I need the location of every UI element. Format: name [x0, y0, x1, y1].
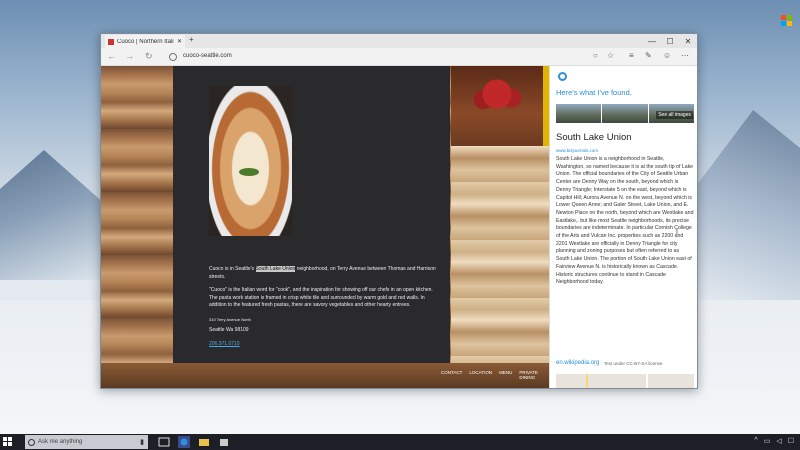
cortana-search-icon — [28, 438, 35, 446]
street-address: 310 Terry Avenue North — [209, 316, 251, 322]
new-tab-button[interactable]: + — [189, 35, 194, 44]
footer-navigation: CONTACT LOCATION MENU PRIVATE DINING — [441, 370, 549, 380]
site-favicon-icon — [108, 38, 114, 45]
network-icon[interactable]: ▭ — [764, 437, 771, 445]
nav-menu[interactable]: MENU — [499, 370, 512, 380]
tab-title: Cuoco | Northern Italian... — [117, 38, 174, 45]
task-view-icon[interactable] — [158, 436, 170, 448]
topic-title: South Lake Union — [556, 132, 632, 143]
browser-tab[interactable]: Cuoco | Northern Italian... ✕ — [105, 35, 185, 48]
notifications-icon[interactable]: ☐ — [788, 437, 794, 445]
nav-contact[interactable]: CONTACT — [441, 370, 462, 380]
minimize-button[interactable]: — — [643, 34, 661, 48]
source-link[interactable]: www.bizjournals.com — [556, 148, 598, 153]
maximize-button[interactable]: ☐ — [661, 34, 679, 48]
roses-photo — [451, 66, 543, 146]
restaurant-info: Cuoco is in Seattle's South Lake Union n… — [209, 266, 439, 354]
forward-button[interactable]: → — [125, 51, 134, 61]
feedback-icon[interactable]: ☺ — [663, 51, 671, 60]
favorite-star-icon[interactable]: ☆ — [607, 51, 614, 60]
start-button[interactable] — [3, 437, 13, 447]
system-tray: ^ ▭ ◁ ☐ — [754, 437, 794, 445]
topic-description: South Lake Union is a neighborhood in Se… — [556, 156, 694, 286]
web-note-icon[interactable]: ✎ — [645, 51, 652, 60]
volume-icon[interactable]: ◁ — [776, 437, 781, 445]
wikipedia-link[interactable]: en.wikipedia.org — [556, 360, 599, 366]
address-bar[interactable]: cuoco-seattle.com — [183, 53, 232, 59]
edge-taskbar-icon[interactable] — [178, 436, 190, 448]
title-bar: Cuoco | Northern Italian... ✕ + — ☐ ✕ — [101, 34, 697, 48]
cortana-icon — [558, 72, 567, 81]
edge-browser-window: Cuoco | Northern Italian... ✕ + — ☐ ✕ ← … — [100, 33, 698, 389]
location-map[interactable] — [556, 374, 694, 388]
close-window-button[interactable]: ✕ — [679, 34, 697, 48]
windows-insider-icon — [781, 15, 792, 26]
text-cursor-icon: I — [676, 229, 678, 236]
selected-text[interactable]: South Lake Union — [255, 266, 296, 272]
content-panel: Cuoco is in Seattle's South Lake Union n… — [173, 66, 450, 363]
intro-paragraph: Cuoco is in Seattle's South Lake Union n… — [209, 266, 439, 281]
globe-icon — [169, 53, 177, 61]
pasta-dish-photo — [209, 86, 292, 236]
taskbar: Ask me anything ▮ ^ ▭ ◁ ☐ — [0, 434, 800, 450]
hub-icon[interactable]: ≡ — [629, 51, 634, 60]
microphone-icon[interactable]: ▮ — [140, 438, 144, 446]
nav-location[interactable]: LOCATION — [469, 370, 492, 380]
description-paragraph: "Cuoco" is the Italian word for "cook", … — [209, 287, 433, 308]
taskbar-search-box[interactable]: Ask me anything ▮ — [25, 435, 148, 449]
thumbnail-image[interactable] — [556, 104, 602, 123]
intro-text: Cuoco is in Seattle's — [209, 266, 256, 272]
store-icon[interactable] — [218, 436, 230, 448]
reading-view-icon[interactable]: ○ — [593, 51, 598, 60]
chevron-up-icon[interactable]: ^ — [754, 437, 757, 445]
see-all-images-link[interactable]: See all images — [656, 111, 693, 119]
cortana-heading: Here's what I've found. — [556, 88, 632, 97]
file-explorer-icon[interactable] — [198, 436, 210, 448]
nav-private-dining[interactable]: PRIVATE DINING — [519, 370, 549, 380]
web-page: Cuoco is in Seattle's South Lake Union n… — [101, 66, 549, 388]
license-text: Text under CC-BY-SA license — [604, 361, 663, 366]
city-address: Seattle Wa 98109 — [209, 327, 249, 333]
tab-close-icon[interactable]: ✕ — [177, 38, 185, 45]
navigation-bar: ← → ↻ cuoco-seattle.com ○ ☆ ≡ ✎ ☺ ⋯ — [101, 48, 697, 66]
cortana-panel: Here's what I've found. See all images S… — [549, 66, 697, 388]
thumbnail-image[interactable] — [602, 104, 648, 123]
back-button[interactable]: ← — [107, 51, 116, 61]
more-options-icon[interactable]: ⋯ — [681, 51, 689, 60]
phone-link[interactable]: 206.971.0710 — [209, 341, 439, 349]
search-placeholder: Ask me anything — [38, 439, 83, 445]
refresh-button[interactable]: ↻ — [145, 51, 153, 62]
herb-garnish — [239, 168, 259, 176]
